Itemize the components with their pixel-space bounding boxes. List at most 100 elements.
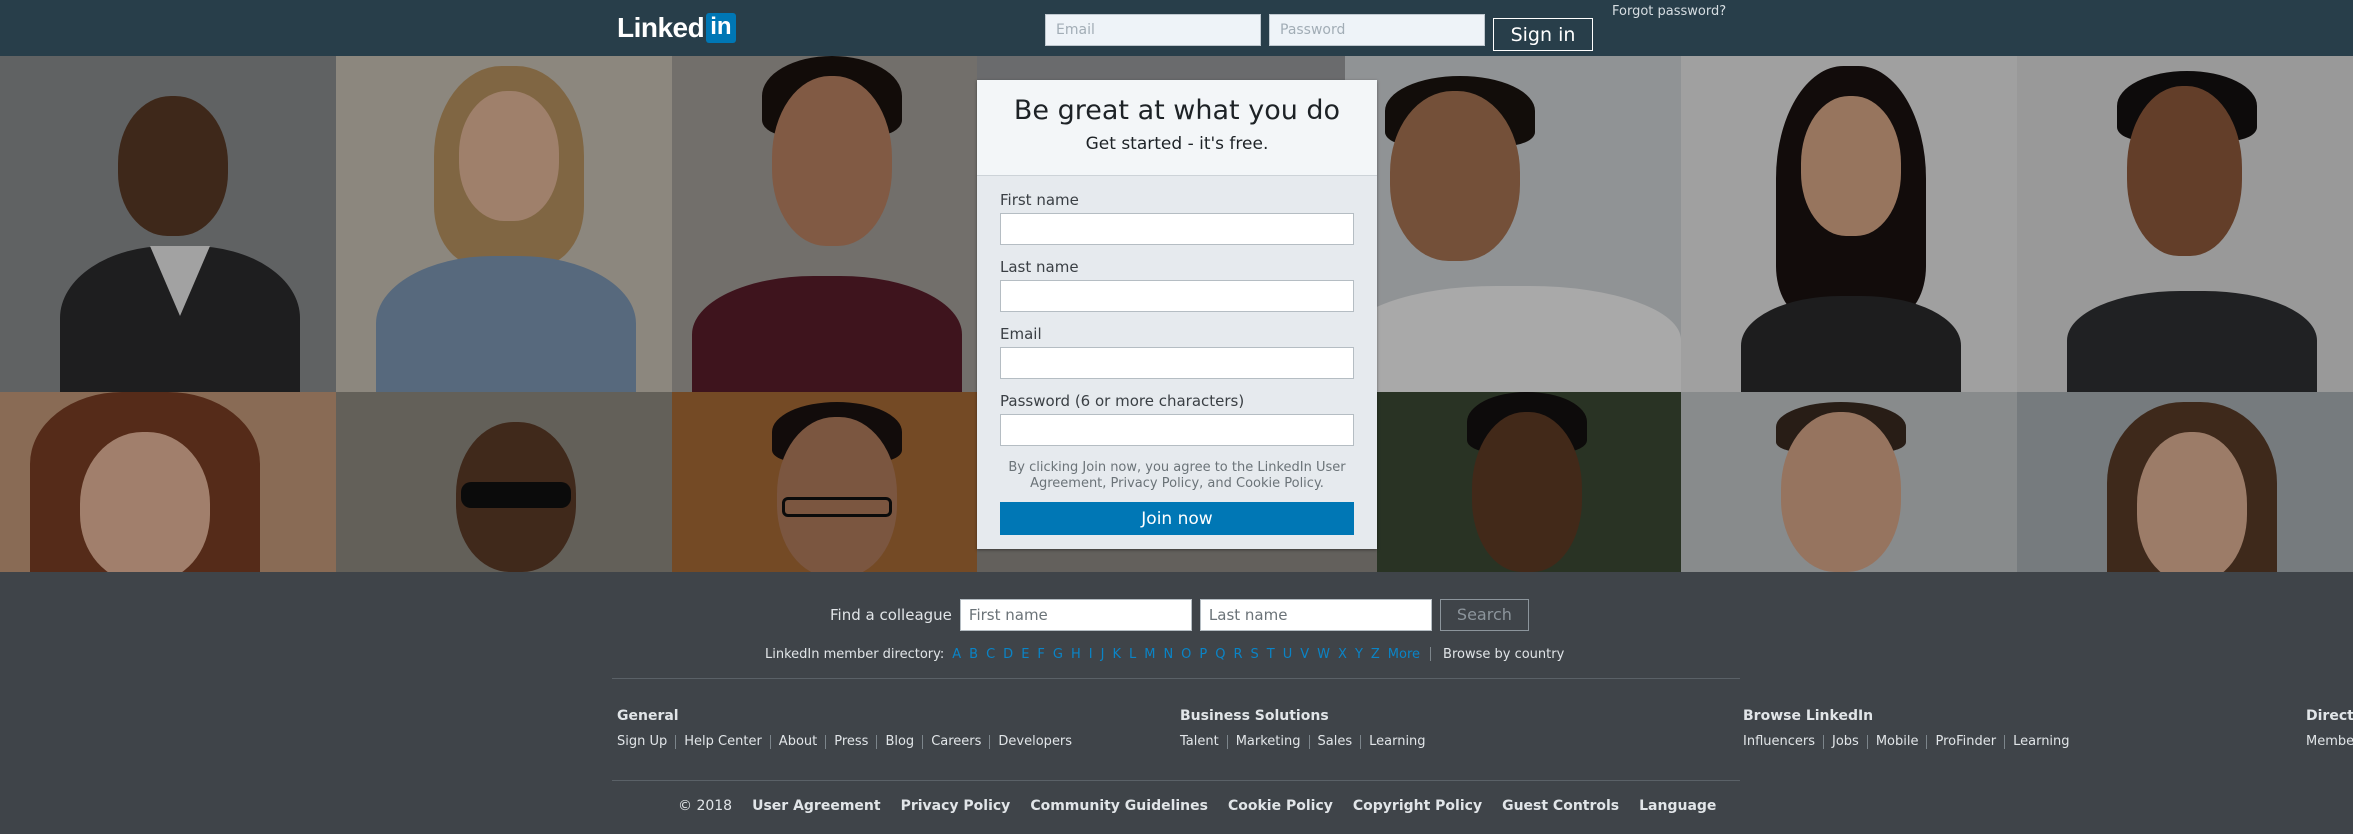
footer-link-sign-up[interactable]: Sign Up [617, 733, 667, 751]
legal-link-guest-controls[interactable]: Guest Controls [1502, 798, 1619, 814]
first-name-input[interactable] [1000, 213, 1354, 245]
directory-letter-e[interactable]: E [1021, 647, 1029, 662]
directory-letters: ABCDEFGHIJKLMNOPQRSTUVWXYZ [952, 647, 1388, 662]
member-photo [1681, 56, 2017, 392]
divider [989, 735, 991, 749]
member-directory: LinkedIn member directory: ABCDEFGHIJKLM… [765, 645, 1564, 663]
divider [2004, 735, 2006, 749]
directory-letter-k[interactable]: K [1112, 647, 1121, 662]
email-input[interactable] [1000, 347, 1354, 379]
member-photo [0, 392, 336, 572]
member-photo [2017, 392, 2353, 572]
footer-col-title: Browse LinkedIn [1743, 708, 1874, 724]
directory-letter-d[interactable]: D [1003, 647, 1013, 662]
footer-link-learning[interactable]: Learning [2013, 733, 2069, 751]
forgot-password-link[interactable]: Forgot password? [1612, 4, 1726, 19]
password-input[interactable] [1000, 414, 1354, 446]
footer-link-talent[interactable]: Talent [1180, 733, 1219, 751]
divider [1360, 735, 1362, 749]
colleague-first-name-input[interactable] [959, 598, 1192, 631]
directory-letter-j[interactable]: J [1101, 647, 1105, 662]
directory-letter-u[interactable]: U [1283, 647, 1293, 662]
directory-letter-p[interactable]: P [1199, 647, 1207, 662]
directory-letter-c[interactable]: C [986, 647, 995, 662]
directory-more-link[interactable]: More [1388, 647, 1420, 662]
directory-letter-l[interactable]: L [1129, 647, 1136, 662]
footer-link-learning[interactable]: Learning [1369, 733, 1425, 751]
directory-letter-r[interactable]: R [1233, 647, 1242, 662]
legal-links: User Agreement Privacy Policy Community Gu… [752, 798, 1736, 814]
directory-letter-n[interactable]: N [1163, 647, 1173, 662]
colleague-last-name-input[interactable] [1199, 598, 1432, 631]
footer-link-sales[interactable]: Sales [1318, 733, 1353, 751]
legal-footer: © 2018 User Agreement Privacy Policy Commu… [678, 798, 1736, 814]
legal-link-cookie-policy[interactable]: Cookie Policy [1228, 798, 1333, 814]
footer-link-press[interactable]: Press [834, 733, 868, 751]
copyright-text: © 2018 [678, 798, 733, 814]
member-photo [1345, 56, 1681, 392]
member-photo [0, 56, 336, 392]
colleague-search-button[interactable]: Search [1439, 598, 1529, 631]
divider [1430, 647, 1432, 661]
directory-letter-s[interactable]: S [1251, 647, 1259, 662]
legal-link-community-guidelines[interactable]: Community Guidelines [1030, 798, 1208, 814]
directory-letter-f[interactable]: F [1037, 647, 1044, 662]
footer-col-title: General [617, 708, 679, 724]
email-label: Email [1000, 325, 1042, 343]
footer-link-developers[interactable]: Developers [998, 733, 1072, 751]
member-photo [1681, 392, 2017, 572]
footer-link-mobile[interactable]: Mobile [1876, 733, 1919, 751]
footer-link-profinder[interactable]: ProFinder [1935, 733, 1996, 751]
directory-letter-q[interactable]: Q [1215, 647, 1225, 662]
directory-letter-t[interactable]: T [1267, 647, 1275, 662]
browse-by-country-link[interactable]: Browse by country [1443, 647, 1564, 662]
footer-link-careers[interactable]: Careers [931, 733, 981, 751]
legal-link-copyright-policy[interactable]: Copyright Policy [1353, 798, 1482, 814]
legal-link-language[interactable]: Language [1639, 798, 1716, 814]
divider [1823, 735, 1825, 749]
directory-letter-v[interactable]: V [1300, 647, 1309, 662]
logo-in-box: in [706, 13, 736, 43]
linkedin-logo[interactable]: Linked in [617, 12, 736, 44]
member-photo [1377, 392, 1681, 572]
member-photo [2017, 56, 2353, 392]
directory-letter-m[interactable]: M [1144, 647, 1155, 662]
directory-letter-z[interactable]: Z [1371, 647, 1380, 662]
directory-letter-y[interactable]: Y [1355, 647, 1363, 662]
last-name-input[interactable] [1000, 280, 1354, 312]
footer-link-about[interactable]: About [779, 733, 817, 751]
footer-divider [612, 780, 1740, 781]
footer-divider [612, 678, 1740, 679]
join-now-button[interactable]: Join now [1000, 502, 1354, 535]
divider [1308, 735, 1310, 749]
top-nav-bar: Linked in Sign in Forgot password? [0, 0, 2353, 56]
join-form-subtitle: Get started - it's free. [1085, 134, 1269, 154]
first-name-label: First name [1000, 191, 1079, 209]
footer-link-blog[interactable]: Blog [885, 733, 914, 751]
footer-link-membe[interactable]: Membe [2306, 733, 2353, 751]
signin-password-input[interactable] [1269, 14, 1485, 46]
directory-letter-b[interactable]: B [969, 647, 978, 662]
directory-letter-h[interactable]: H [1071, 647, 1081, 662]
signin-email-input[interactable] [1045, 14, 1261, 46]
footer-link-jobs[interactable]: Jobs [1832, 733, 1859, 751]
sign-in-button[interactable]: Sign in [1493, 18, 1593, 51]
directory-letter-g[interactable]: G [1053, 647, 1063, 662]
find-colleague-bar: Find a colleague Search [830, 598, 1529, 631]
logo-wordmark: Linked [617, 12, 705, 43]
footer-link-marketing[interactable]: Marketing [1236, 733, 1301, 751]
directory-letter-w[interactable]: W [1317, 647, 1330, 662]
divider [1926, 735, 1928, 749]
footer-col-directories: Direct Membe [2306, 707, 2353, 751]
directory-letter-a[interactable]: A [952, 647, 961, 662]
agreement-text: By clicking Join now, you agree to the L… [1008, 460, 1346, 491]
directory-letter-x[interactable]: X [1338, 647, 1347, 662]
footer-link-help-center[interactable]: Help Center [684, 733, 762, 751]
directory-letter-o[interactable]: O [1181, 647, 1191, 662]
join-form-title: Be great at what you do [1013, 95, 1341, 126]
footer-col-title: Direct [2306, 708, 2353, 724]
directory-letter-i[interactable]: I [1089, 647, 1093, 662]
legal-link-privacy-policy[interactable]: Privacy Policy [901, 798, 1011, 814]
legal-link-user-agreement[interactable]: User Agreement [752, 798, 880, 814]
footer-link-influencers[interactable]: Influencers [1743, 733, 1815, 751]
